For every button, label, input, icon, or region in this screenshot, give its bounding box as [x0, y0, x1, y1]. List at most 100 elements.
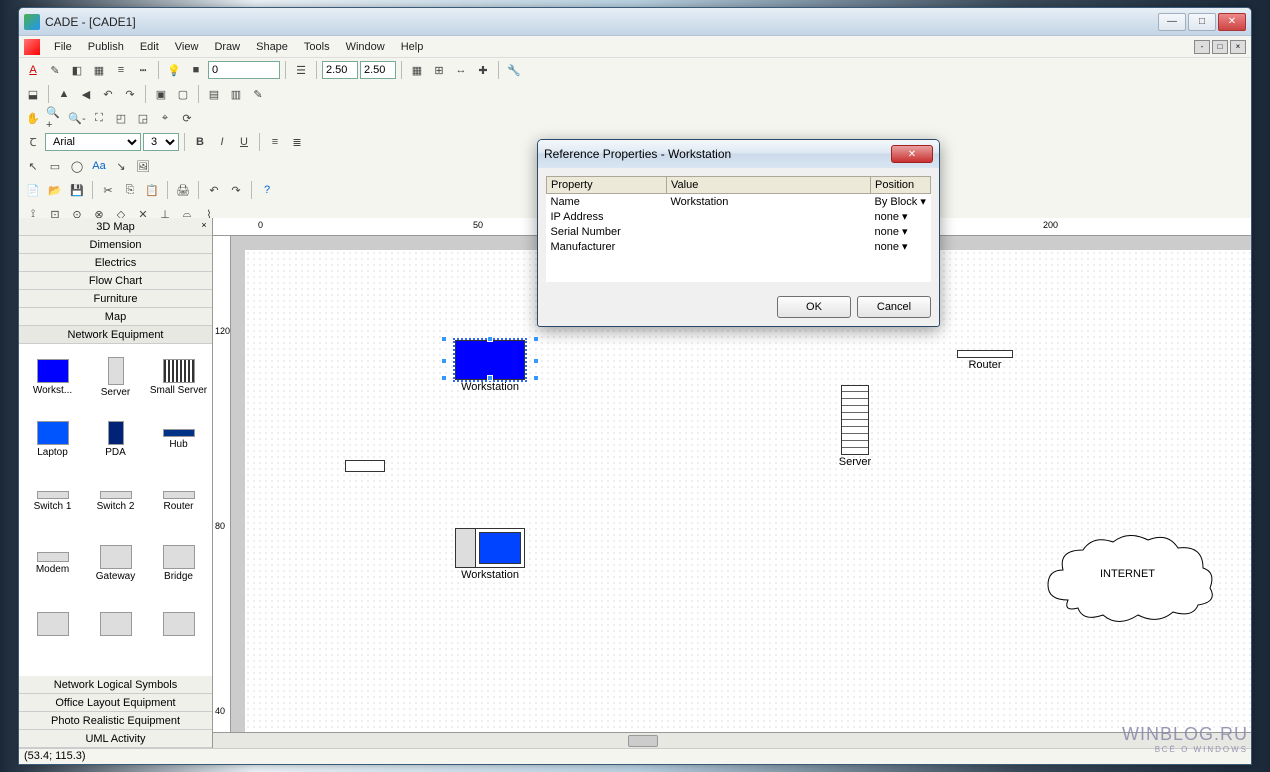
chevron-down-icon[interactable]: ▾	[902, 211, 908, 223]
dialog-close-button[interactable]: ✕	[891, 145, 933, 163]
grid-snap-icon[interactable]: ⊞	[429, 60, 449, 80]
menu-view[interactable]: View	[167, 39, 207, 55]
category-photo-realistic[interactable]: Photo Realistic Equipment	[19, 712, 212, 730]
properties-table[interactable]: Property Value Position Name Workstation…	[546, 176, 931, 282]
mdi-restore-button[interactable]: □	[1212, 40, 1228, 54]
shape-workstation[interactable]: Workst...	[21, 346, 84, 408]
grid-y-input[interactable]	[360, 61, 396, 79]
zoom-window-icon[interactable]: ◰	[111, 108, 131, 128]
shape-switch1[interactable]: Switch 1	[21, 470, 84, 532]
pan-icon[interactable]: ✋	[23, 108, 43, 128]
menu-draw[interactable]: Draw	[206, 39, 248, 55]
zoom-out-icon[interactable]: 🔍-	[67, 108, 87, 128]
new-icon[interactable]: 📄	[23, 180, 43, 200]
shape-laptop[interactable]: Laptop	[21, 408, 84, 470]
refresh-icon[interactable]: ⟳	[177, 108, 197, 128]
shape-pda[interactable]: PDA	[84, 408, 147, 470]
category-uml-activity[interactable]: UML Activity	[19, 730, 212, 748]
menu-edit[interactable]: Edit	[132, 39, 167, 55]
category-flow-chart[interactable]: Flow Chart	[19, 272, 212, 290]
save-icon[interactable]: 💾	[67, 180, 87, 200]
layer-color-icon[interactable]: ■	[186, 60, 206, 80]
dimension-icon[interactable]: ↔	[451, 60, 471, 80]
ungroup-icon[interactable]: ▢	[173, 84, 193, 104]
shape-extra-2[interactable]	[84, 594, 147, 656]
fill-icon[interactable]: ◧	[67, 60, 87, 80]
cancel-button[interactable]: Cancel	[857, 296, 931, 318]
redo-icon[interactable]: ↷	[226, 180, 246, 200]
text-label-icon[interactable]: Aa	[89, 156, 109, 176]
line-weight-icon[interactable]: ≡	[111, 60, 131, 80]
canvas-object-workstation[interactable]: Workstation	[445, 528, 535, 581]
print-icon[interactable]: 🖨	[173, 180, 193, 200]
col-value[interactable]: Value	[667, 177, 871, 194]
layer-manager-icon[interactable]: ☰	[291, 60, 311, 80]
shape-small-server[interactable]: Small Server	[147, 346, 210, 408]
group-icon[interactable]: ▣	[151, 84, 171, 104]
shape-switch2[interactable]: Switch 2	[84, 470, 147, 532]
shape-hub[interactable]: Hub	[147, 408, 210, 470]
titlebar[interactable]: CADE - [CADE1] — □ ✕	[19, 8, 1251, 36]
canvas-object-server[interactable]: Server	[830, 385, 880, 468]
help-icon[interactable]: ?	[257, 180, 277, 200]
options-icon[interactable]: 🔧	[504, 60, 524, 80]
shape-gateway[interactable]: Gateway	[84, 532, 147, 594]
mdi-close-button[interactable]: ×	[1230, 40, 1246, 54]
sidebar-close-icon[interactable]: ×	[198, 220, 210, 232]
category-electrics[interactable]: Electrics	[19, 254, 212, 272]
line-style-icon[interactable]: ┅	[133, 60, 153, 80]
flip-h-icon[interactable]: ▲	[54, 84, 74, 104]
zoom-selected-icon[interactable]: ⌖	[155, 108, 175, 128]
shape-modem[interactable]: Modem	[21, 532, 84, 594]
menu-tools[interactable]: Tools	[296, 39, 338, 55]
align-left-icon[interactable]: ≡	[265, 132, 285, 152]
cut-icon[interactable]: ✂	[98, 180, 118, 200]
image-icon[interactable]: 🖼	[133, 156, 153, 176]
grid-show-icon[interactable]: ▦	[407, 60, 427, 80]
hatch-icon[interactable]: ▦	[89, 60, 109, 80]
menu-window[interactable]: Window	[338, 39, 393, 55]
undo-icon[interactable]: ↶	[204, 180, 224, 200]
send-back-icon[interactable]: ▥	[226, 84, 246, 104]
align-center-icon[interactable]: ≣	[287, 132, 307, 152]
lasso-icon[interactable]: ◯	[67, 156, 87, 176]
text-tool-icon[interactable]: Ꞇ	[23, 132, 43, 152]
col-position[interactable]: Position	[871, 177, 931, 194]
underline-button[interactable]: U	[234, 132, 254, 152]
zoom-in-icon[interactable]: 🔍+	[45, 108, 65, 128]
rect-select-icon[interactable]: ▭	[45, 156, 65, 176]
block-edit-icon[interactable]: ✎	[248, 84, 268, 104]
shape-bridge[interactable]: Bridge	[147, 532, 210, 594]
layer-bulb-icon[interactable]: 💡	[164, 60, 184, 80]
bring-front-icon[interactable]: ▤	[204, 84, 224, 104]
window-close-button[interactable]: ✕	[1218, 13, 1246, 31]
font-size-select[interactable]: 3	[143, 133, 179, 151]
grid-x-input[interactable]	[322, 61, 358, 79]
shape-router[interactable]: Router	[147, 470, 210, 532]
layer-select[interactable]	[208, 61, 280, 79]
ok-button[interactable]: OK	[777, 296, 851, 318]
bold-button[interactable]: B	[190, 132, 210, 152]
zoom-extents-icon[interactable]: ⛶	[89, 108, 109, 128]
category-network-logical[interactable]: Network Logical Symbols	[19, 676, 212, 694]
category-map[interactable]: Map	[19, 308, 212, 326]
canvas-object-device[interactable]	[340, 460, 390, 473]
chevron-down-icon[interactable]: ▾	[920, 196, 926, 208]
menu-publish[interactable]: Publish	[80, 39, 132, 55]
align-icon[interactable]: ⬓	[23, 84, 43, 104]
shape-extra-1[interactable]	[21, 594, 84, 656]
menu-file[interactable]: File	[46, 39, 80, 55]
pointer-icon[interactable]: ↖	[23, 156, 43, 176]
pen-color-icon[interactable]: ✎	[45, 60, 65, 80]
snap-point-icon[interactable]: ✚	[473, 60, 493, 80]
italic-button[interactable]: I	[212, 132, 232, 152]
shape-server[interactable]: Server	[84, 346, 147, 408]
canvas-object-internet-cloud[interactable]: INTERNET	[1035, 530, 1220, 628]
canvas-object-workstation-selected[interactable]: Workstation	[445, 340, 535, 393]
shape-extra-3[interactable]	[147, 594, 210, 656]
copy-icon[interactable]: ⎘	[120, 180, 140, 200]
menu-shape[interactable]: Shape	[248, 39, 296, 55]
zoom-previous-icon[interactable]: ◲	[133, 108, 153, 128]
category-dimension[interactable]: Dimension	[19, 236, 212, 254]
category-3d-map[interactable]: 3D Map	[19, 218, 212, 236]
